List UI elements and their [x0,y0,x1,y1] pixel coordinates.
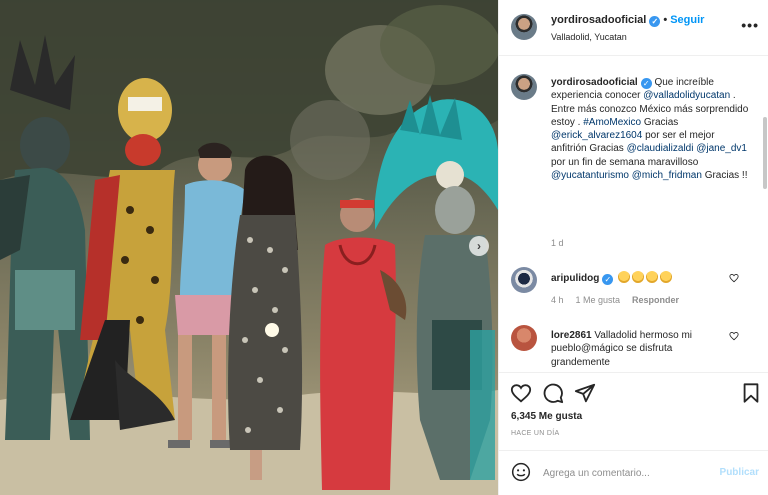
caption-fragment: Gracias !! [701,170,748,182]
separator-dot: • [663,14,668,26]
comments-scrollbar[interactable] [763,117,767,189]
post-actions: 6,345 Me gusta HACE UN DÍA Publicar [499,372,768,492]
pray-emoji-icon [632,271,645,283]
mention-link[interactable]: @jane_dv1 [696,143,747,154]
author-avatar[interactable] [511,14,537,40]
like-count[interactable]: 6,345 Me gusta [511,411,582,422]
comment-text: lore2861 Valladolid hermoso mi pueblo@má… [551,329,731,369]
comment-meta: 4 h 1 Me gusta Responder [551,295,691,305]
caption-fragment: Gracias [641,116,679,128]
comment-like-heart-icon[interactable] [729,331,739,341]
pray-emoji-icon [660,271,673,283]
pray-emoji-icon [646,271,659,283]
author-line: yordirosadooficial ✓ • Seguir [551,14,704,27]
comment-body [613,273,616,284]
post-dialog: › yordirosadooficial ✓ • Seguir Valladolid,… [0,0,768,495]
caption-timestamp[interactable]: 1 d [551,238,564,248]
comment-text: aripulidog ✓ [551,271,731,285]
mention-link[interactable]: @claudializaldi [627,143,694,154]
comment-bubble-icon[interactable] [542,382,564,404]
publish-button[interactable]: Publicar [720,467,759,478]
post-age[interactable]: HACE UN DÍA [511,430,559,437]
mention-link[interactable]: @erick_alvarez1604 [551,130,642,141]
verified-badge-icon: ✓ [602,274,614,285]
mention-link[interactable]: @valladolidyucatan [643,90,730,101]
caption-fragment: por un fin de semana maravilloso [551,156,699,168]
mention-link[interactable]: @yucatanturismo [551,170,629,181]
verified-badge-icon: ✓ [640,78,652,89]
verified-badge-icon: ✓ [649,16,661,27]
commenter-username[interactable]: lore2861 [551,330,592,341]
caption-text: yordirosadooficial ✓ Que increíble experi… [551,76,751,182]
post-location[interactable]: Valladolid, Yucatan [551,32,627,42]
comments-list[interactable]: yordirosadooficial ✓ Que increíble experi… [499,57,768,371]
hashtag-link[interactable]: #AmoMexico [583,117,641,128]
comment-time[interactable]: 4 h [551,295,564,305]
share-paper-plane-icon[interactable] [574,382,596,404]
caption-author-avatar[interactable] [511,74,537,100]
reply-button[interactable]: Responder [632,295,679,305]
commenter-avatar[interactable] [511,267,537,293]
author-username[interactable]: yordirosadooficial [551,14,646,26]
caption-username[interactable]: yordirosadooficial [551,77,638,88]
add-comment-bar: Publicar [499,450,768,494]
save-bookmark-icon[interactable] [740,382,762,404]
comment-like-heart-icon[interactable] [729,273,739,283]
post-header: yordirosadooficial ✓ • Seguir Valladolid, Y… [499,0,768,56]
commenter-username[interactable]: aripulidog [551,273,599,284]
more-options-icon[interactable]: ••• [741,17,759,33]
commenter-avatar[interactable] [511,325,537,351]
post-side-panel: yordirosadooficial ✓ • Seguir Valladolid, Y… [498,0,768,495]
follow-button[interactable]: Seguir [670,14,704,26]
comment-likes[interactable]: 1 Me gusta [576,295,621,305]
photo-illustration [0,0,498,495]
emoji-smiley-icon[interactable] [511,462,531,482]
like-heart-icon[interactable] [510,382,532,404]
post-photo[interactable]: › [0,0,498,495]
mention-link[interactable]: @mich_fridman [632,170,702,181]
comment-input[interactable] [543,463,703,483]
next-photo-button[interactable]: › [469,236,489,256]
pray-emoji-icon [618,271,631,283]
